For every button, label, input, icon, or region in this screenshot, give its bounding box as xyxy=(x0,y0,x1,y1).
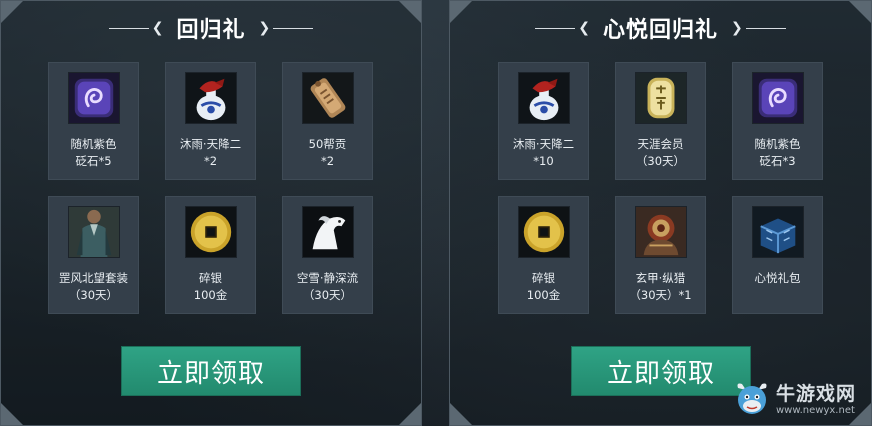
wine-jar-icon xyxy=(517,72,570,124)
wine-jar-icon xyxy=(184,72,237,124)
reward-item[interactable]: 随机紫色 砭石*3 xyxy=(732,62,823,180)
reward-label: 50帮贡 *2 xyxy=(308,137,347,168)
reward-item[interactable]: 碎银 100金 xyxy=(498,196,589,314)
reward-item[interactable]: 罡风北望套装 （30天） xyxy=(48,196,139,314)
panel-title: 回归礼 xyxy=(176,18,246,43)
gold-coin-icon xyxy=(517,206,570,258)
reward-item[interactable]: 沐雨·天降二 *10 xyxy=(498,62,589,180)
reward-item[interactable]: 沐雨·天降二 *2 xyxy=(165,62,256,180)
reward-item[interactable]: 天涯会员 （30天） xyxy=(615,62,706,180)
watermark-text: 牛游戏网 www.newyx.net xyxy=(776,383,856,417)
purple-stone-icon xyxy=(751,72,804,124)
corner-ornament xyxy=(399,403,421,425)
vip-tablet-icon xyxy=(634,72,687,124)
vip-return-gift-panel: ❮ 心悦回归礼 ❯ 沐雨·天降二 *10 天涯会员 （30天） 随机紫色 砭石*… xyxy=(449,0,872,426)
panel-header: ❮ 回归礼 ❯ xyxy=(1,13,421,43)
reward-label: 空雪·静深流 （30天） xyxy=(296,271,359,302)
reward-label: 玄甲·纵猎 （30天）*1 xyxy=(629,271,692,302)
reward-label: 随机紫色 砭石*3 xyxy=(754,137,801,168)
corner-ornament xyxy=(450,403,472,425)
reward-label: 心悦礼包 xyxy=(754,271,801,285)
watermark-url: www.newyx.net xyxy=(776,405,855,416)
reward-label: 天涯会员 （30天） xyxy=(635,137,686,168)
token-plate-icon xyxy=(301,72,354,124)
reward-item[interactable]: 玄甲·纵猎 （30天）*1 xyxy=(615,196,706,314)
watermark-name: 牛游戏网 xyxy=(776,383,857,405)
reward-label: 随机紫色 砭石*5 xyxy=(70,137,117,168)
reward-item[interactable]: 50帮贡 *2 xyxy=(282,62,373,180)
armor-icon xyxy=(634,206,687,258)
white-horse-icon xyxy=(301,206,354,258)
title-left-ornament: ❮ xyxy=(535,21,593,35)
claim-button[interactable]: 立即领取 xyxy=(121,346,301,396)
title-right-ornament: ❯ xyxy=(256,21,314,35)
reward-label: 碎银 100金 xyxy=(526,271,561,302)
site-watermark: 牛游戏网 www.newyx.net xyxy=(732,377,870,423)
reward-label: 罡风北望套装 （30天） xyxy=(59,271,128,302)
reward-label: 碎银 100金 xyxy=(193,271,228,302)
outfit-icon xyxy=(67,206,120,258)
reward-grid: 随机紫色 砭石*5 沐雨·天降二 *2 50帮贡 *2 罡风北望套装 （30天）… xyxy=(48,62,373,314)
reward-item[interactable]: 碎银 100金 xyxy=(165,196,256,314)
title-right-ornament: ❯ xyxy=(728,21,786,35)
reward-item[interactable]: 心悦礼包 xyxy=(732,196,823,314)
reward-grid: 沐雨·天降二 *10 天涯会员 （30天） 随机紫色 砭石*3 碎银 100金 … xyxy=(498,62,823,314)
purple-stone-icon xyxy=(67,72,120,124)
gold-coin-icon xyxy=(184,206,237,258)
reward-label: 沐雨·天降二 *2 xyxy=(179,137,242,168)
corner-ornament xyxy=(1,403,23,425)
panel-title: 心悦回归礼 xyxy=(602,18,718,43)
claim-button[interactable]: 立即领取 xyxy=(571,346,751,396)
reward-item[interactable]: 随机紫色 砭石*5 xyxy=(48,62,139,180)
bull-logo-icon xyxy=(737,383,767,414)
gift-box-icon xyxy=(751,206,804,258)
title-left-ornament: ❮ xyxy=(108,21,167,35)
reward-item[interactable]: 空雪·静深流 （30天） xyxy=(282,196,373,314)
panel-header: ❮ 心悦回归礼 ❯ xyxy=(450,13,871,43)
return-gift-panel: ❮ 回归礼 ❯ 随机紫色 砭石*5 沐雨·天降二 *2 50帮贡 *2 罡风北望… xyxy=(0,0,422,426)
reward-label: 沐雨·天降二 *10 xyxy=(512,137,575,168)
